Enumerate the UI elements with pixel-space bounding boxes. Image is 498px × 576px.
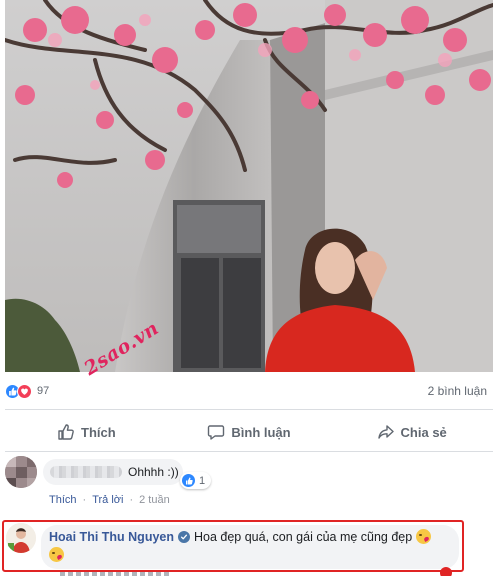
like-reaction-icon [182,474,195,487]
cut-off-comment-meta [60,572,170,576]
comment-reaction[interactable]: 1 [180,472,212,489]
divider [5,409,493,410]
share-arrow-icon [377,425,394,439]
comment-bubble: Hoai Thi Thu Nguyen Hoa đẹp quá, con gái… [41,525,459,569]
comment-like-link[interactable]: Thích [49,494,77,506]
separator: · [129,494,134,506]
divider [5,451,493,452]
speech-bubble-icon [208,425,225,440]
verified-badge-icon [178,530,190,543]
comment-like-count: 1 [199,474,206,487]
like-button[interactable]: Thích [5,413,168,451]
comment-reply-link[interactable]: Trả lời [92,494,123,506]
thumbs-up-icon [58,424,74,440]
photo-illustration [5,0,493,372]
reaction-count[interactable]: 97 [37,385,49,397]
notification-dot [440,567,452,576]
comments-count[interactable]: 2 bình luận [428,384,487,398]
comment-author[interactable]: Hoai Thi Thu Nguyen [49,530,174,544]
avatar[interactable] [6,523,36,553]
separator: · [82,494,87,506]
love-reaction-icon [17,383,32,399]
avatar[interactable] [5,456,37,488]
post-actions: Thích Bình luận Chia sẻ [5,413,493,451]
blurred-author-name [50,466,122,478]
comment-meta: Thích · Trả lời · 2 tuần [49,494,170,506]
kiss-emoji-icon [416,529,432,544]
post-photo[interactable] [5,0,493,372]
share-button[interactable]: Chia sẻ [330,413,493,451]
comment-text: Hoa đẹp quá, con gái của mẹ cũng đẹp [194,529,413,544]
share-button-label: Chia sẻ [400,424,447,440]
comment-text: Ohhhh :)) [128,465,179,479]
kiss-emoji-icon [49,547,64,563]
reaction-icons[interactable] [5,383,32,399]
comment-button[interactable]: Bình luận [168,413,331,451]
reactions-bar: 97 2 bình luận [5,376,493,406]
like-button-label: Thích [81,424,116,440]
comment-button-label: Bình luận [231,424,291,440]
comment-bubble: Ohhhh :)) [43,459,183,485]
comment-time[interactable]: 2 tuần [139,494,170,506]
